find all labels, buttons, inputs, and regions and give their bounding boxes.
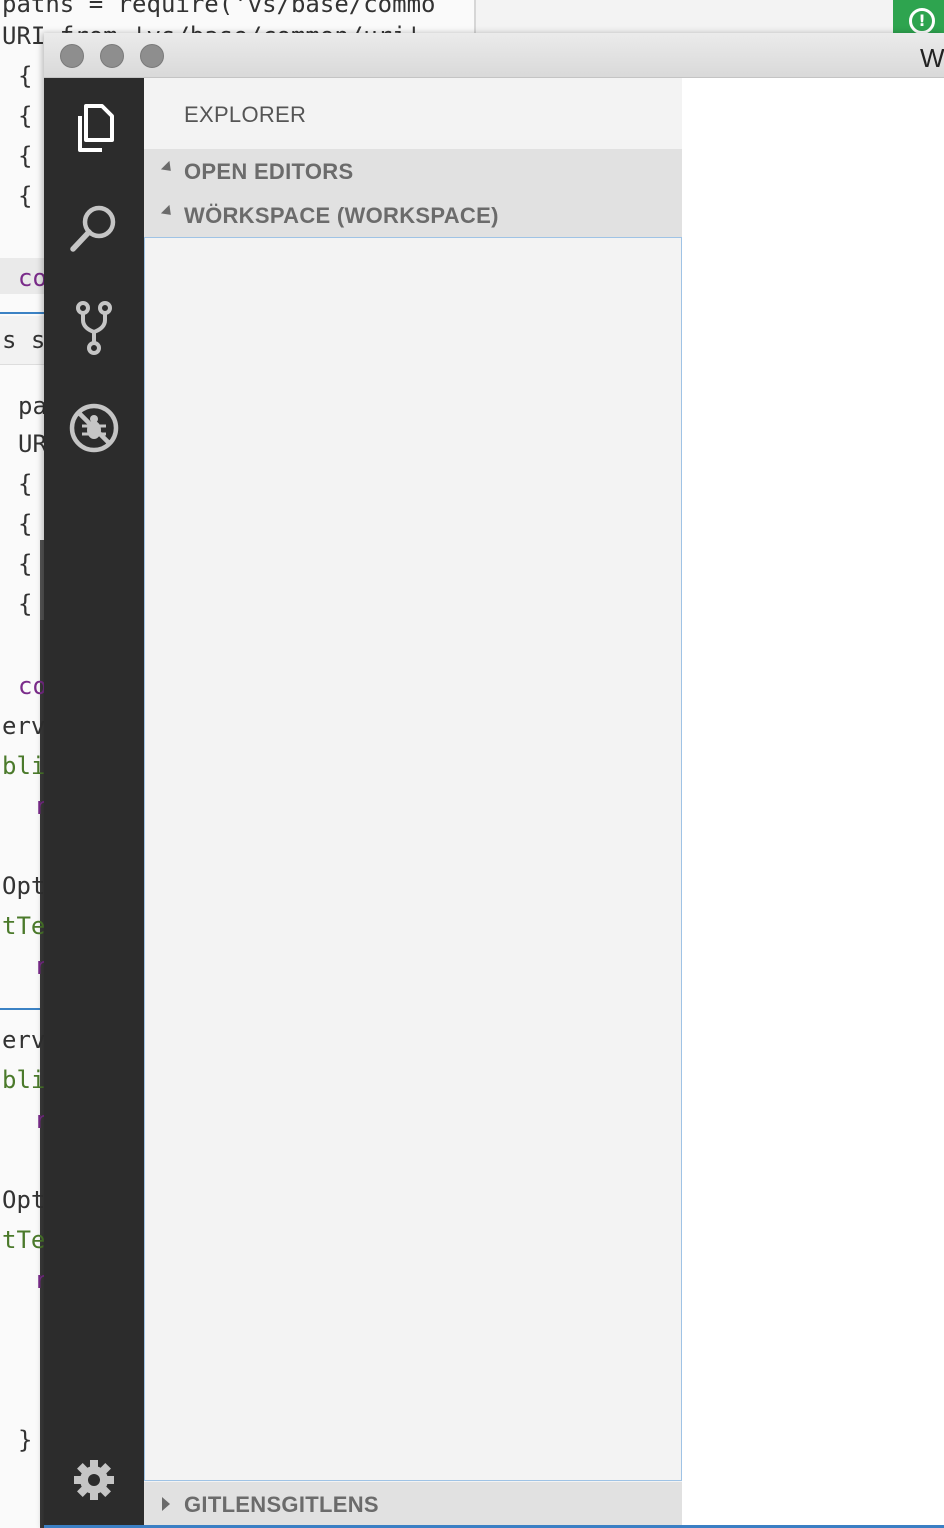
background-code-line: { xyxy=(18,62,33,90)
chevron-right-icon xyxy=(162,1497,170,1511)
background-code-line: Opt xyxy=(2,872,46,900)
background-code-line: UR xyxy=(18,430,47,458)
debug-icon[interactable] xyxy=(66,400,122,456)
background-code-line: { xyxy=(18,550,33,578)
section-label: OPEN EDITORS xyxy=(184,159,354,184)
chevron-down-icon xyxy=(160,204,176,220)
source-control-icon[interactable] xyxy=(66,300,122,356)
editor-area[interactable] xyxy=(682,78,944,1528)
section-label: WÖRKSPACE (WORKSPACE) xyxy=(184,203,499,228)
background-code-line: pa xyxy=(18,392,47,420)
sidebar-title: EXPLORER xyxy=(184,102,307,127)
workspace-file-tree[interactable] xyxy=(144,237,682,1481)
background-code-line: { xyxy=(18,510,33,538)
background-titlebar xyxy=(476,0,944,34)
background-code-line: { xyxy=(18,142,33,170)
search-icon[interactable] xyxy=(66,200,122,256)
background-code-line: co xyxy=(18,672,47,700)
background-divider-line xyxy=(0,312,44,314)
close-window-button[interactable] xyxy=(60,44,84,68)
background-code-line: co xyxy=(18,264,47,292)
background-code-line: { xyxy=(18,590,33,618)
activity-bar xyxy=(44,78,144,1528)
section-label: GITLENSGITLENS xyxy=(184,1492,379,1517)
window-title: W xyxy=(920,43,944,73)
background-code-line: tTe xyxy=(2,912,46,940)
gear-icon[interactable] xyxy=(66,1452,122,1508)
background-divider-line xyxy=(0,1008,44,1010)
background-code-line: erv xyxy=(2,712,46,740)
background-code-line: paths = require('vs/base/commo xyxy=(2,0,436,18)
background-window-edge xyxy=(474,0,476,34)
explorer-icon[interactable] xyxy=(66,100,122,156)
chevron-down-icon xyxy=(160,160,176,176)
background-code-line: { xyxy=(18,470,33,498)
background-code-line: erv xyxy=(2,1026,46,1054)
background-status-badge[interactable]: ! xyxy=(893,0,944,34)
background-code-line: Opt xyxy=(2,1186,46,1214)
zoom-window-button[interactable] xyxy=(140,44,164,68)
background-code-line: bli xyxy=(2,752,46,780)
alert-icon: ! xyxy=(909,8,935,34)
background-code-line: bli xyxy=(2,1066,46,1094)
explorer-sidebar: EXPLORER OPEN EDITORS WÖRKSPACE (WORKSPA… xyxy=(144,78,682,1528)
section-open-editors[interactable]: OPEN EDITORS xyxy=(144,149,682,193)
minimize-window-button[interactable] xyxy=(100,44,124,68)
section-gitlens[interactable]: GITLENSGITLENS xyxy=(144,1482,682,1526)
background-code-line: } xyxy=(18,1426,33,1454)
background-code-line: { xyxy=(18,102,33,130)
background-code-line: tTe xyxy=(2,1226,46,1254)
window-titlebar: W xyxy=(44,33,944,78)
background-code-line: { xyxy=(18,182,33,210)
section-workspace[interactable]: WÖRKSPACE (WORKSPACE) xyxy=(144,193,682,237)
vscode-window: W EXPLORER OPEN EDITORS WÖRKSPACE (WORKS… xyxy=(44,33,944,1528)
